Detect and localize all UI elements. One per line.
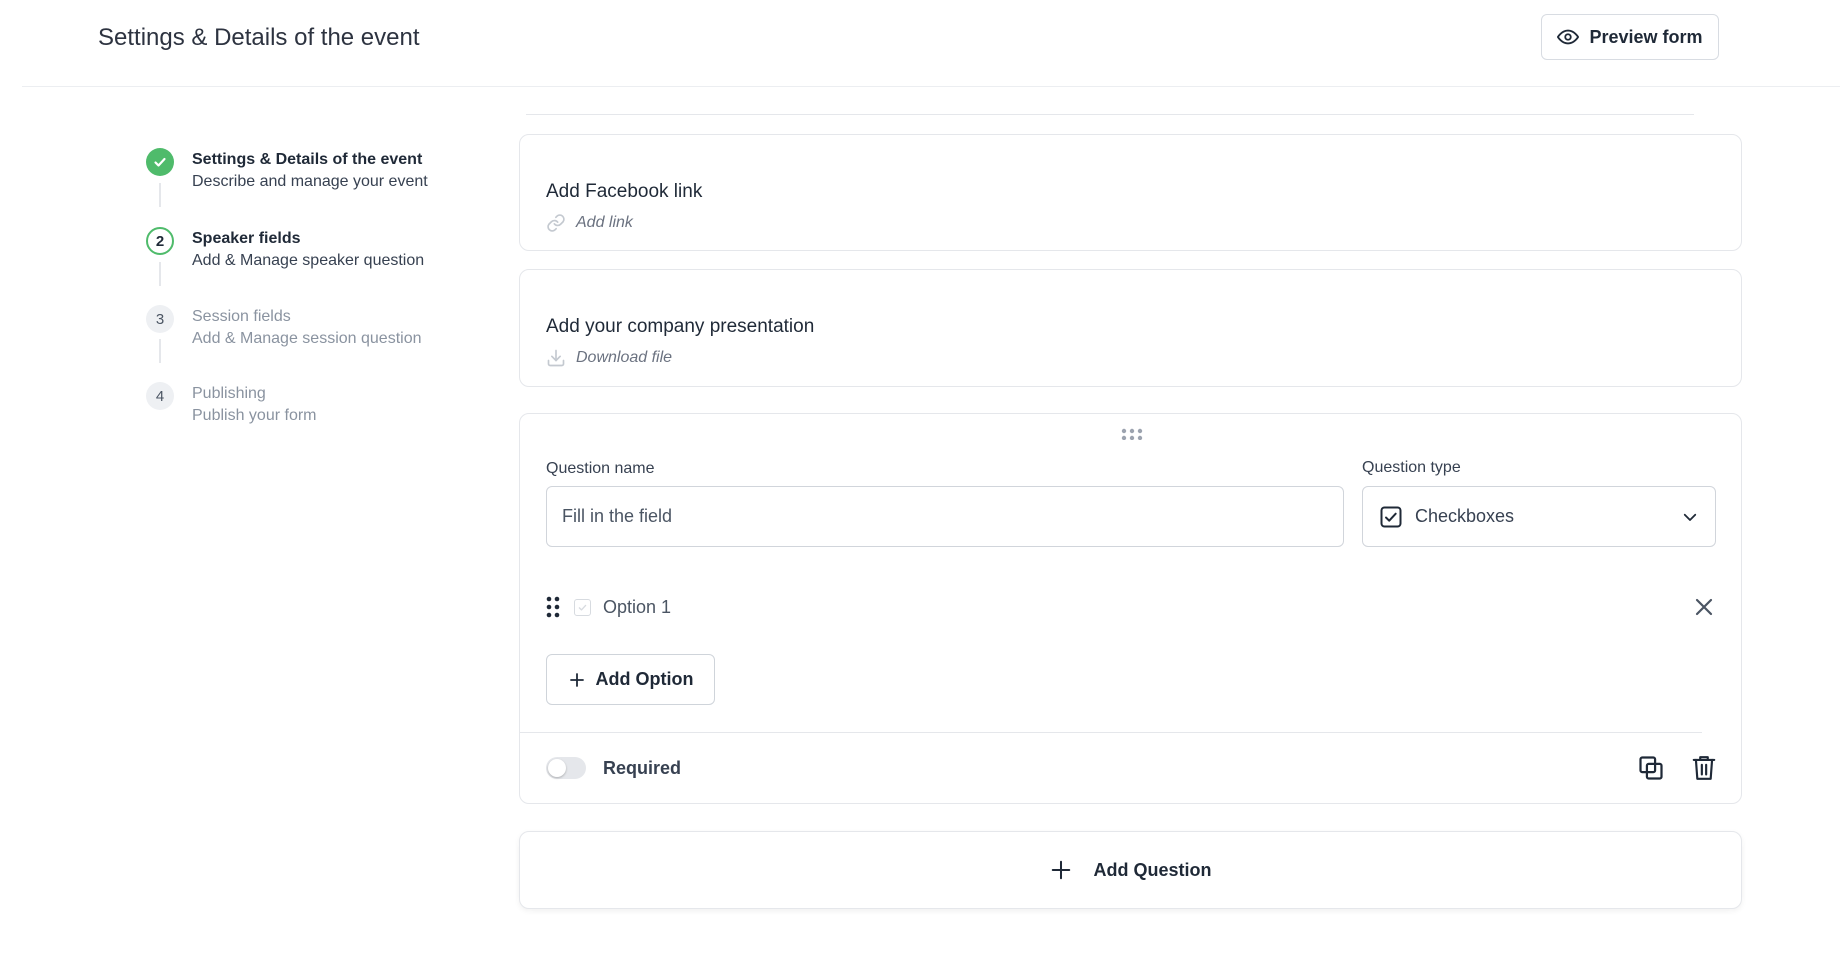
step-connector bbox=[159, 183, 161, 207]
required-toggle[interactable] bbox=[546, 757, 586, 779]
eye-icon bbox=[1557, 26, 1580, 48]
chevron-down-icon bbox=[1681, 508, 1699, 526]
step-subtitle: Add & Manage session question bbox=[192, 330, 422, 347]
card-title: Add Facebook link bbox=[546, 181, 703, 202]
section-divider bbox=[526, 114, 1694, 115]
preview-form-label: Preview form bbox=[1589, 26, 1703, 47]
download-file-button[interactable]: Download file bbox=[546, 348, 672, 368]
step-title: Settings & Details of the event bbox=[192, 151, 423, 168]
step-title: Speaker fields bbox=[192, 230, 301, 247]
step-subtitle: Publish your form bbox=[192, 407, 317, 424]
drag-handle-icon[interactable] bbox=[1121, 428, 1143, 440]
plus-icon bbox=[568, 671, 586, 689]
checkbox-icon bbox=[1379, 505, 1403, 529]
facebook-link-card: Add Facebook link Add link bbox=[519, 134, 1742, 251]
link-icon bbox=[546, 213, 566, 233]
page-title: Settings & Details of the event bbox=[98, 24, 420, 51]
step-speaker-fields[interactable]: 2 Speaker fields Add & Manage speaker qu… bbox=[146, 227, 424, 271]
add-link-button[interactable]: Add link bbox=[546, 213, 633, 233]
step-subtitle: Add & Manage speaker question bbox=[192, 252, 425, 269]
add-question-label: Add Question bbox=[1093, 859, 1212, 880]
company-presentation-card: Add your company presentation Download f… bbox=[519, 269, 1742, 387]
check-icon bbox=[146, 148, 174, 176]
step-subtitle: Describe and manage your event bbox=[192, 173, 428, 190]
question-name-label: Question name bbox=[546, 460, 655, 477]
step-settings[interactable]: Settings & Details of the event Describe… bbox=[146, 148, 428, 192]
download-icon bbox=[546, 348, 566, 368]
step-publishing[interactable]: 4 Publishing Publish your form bbox=[146, 382, 317, 426]
plus-icon bbox=[1050, 859, 1072, 881]
close-icon[interactable] bbox=[1692, 595, 1716, 619]
step-number: 2 bbox=[146, 227, 174, 255]
step-number: 3 bbox=[146, 305, 174, 333]
duplicate-icon[interactable] bbox=[1637, 754, 1665, 782]
question-type-value: Checkboxes bbox=[1415, 506, 1515, 526]
step-session-fields[interactable]: 3 Session fields Add & Manage session qu… bbox=[146, 305, 421, 349]
add-option-button[interactable]: Add Option bbox=[546, 654, 715, 705]
step-connector bbox=[159, 262, 161, 286]
step-connector bbox=[159, 339, 161, 363]
download-file-label: Download file bbox=[576, 349, 673, 366]
option-checkbox[interactable] bbox=[574, 598, 591, 616]
question-editor-card: Question name Question type Checkboxes O… bbox=[519, 413, 1742, 804]
trash-icon[interactable] bbox=[1691, 754, 1717, 782]
preview-form-button[interactable]: Preview form bbox=[1541, 14, 1719, 60]
card-title: Add your company presentation bbox=[546, 316, 815, 337]
add-option-label: Add Option bbox=[595, 669, 694, 689]
question-type-select[interactable]: Checkboxes bbox=[1362, 486, 1716, 547]
step-number: 4 bbox=[146, 382, 174, 410]
add-question-button[interactable]: Add Question bbox=[519, 831, 1742, 909]
question-name-input[interactable] bbox=[546, 486, 1344, 547]
option-label[interactable]: Option 1 bbox=[603, 597, 671, 618]
card-divider bbox=[520, 732, 1702, 733]
option-row: Option 1 bbox=[546, 587, 1716, 627]
required-label: Required bbox=[603, 758, 682, 778]
step-title: Session fields bbox=[192, 308, 291, 325]
step-title: Publishing bbox=[192, 385, 266, 402]
question-type-label: Question type bbox=[1362, 459, 1461, 476]
add-link-label: Add link bbox=[576, 214, 633, 231]
toggle-knob bbox=[548, 759, 566, 777]
drag-handle-icon[interactable] bbox=[546, 596, 560, 618]
